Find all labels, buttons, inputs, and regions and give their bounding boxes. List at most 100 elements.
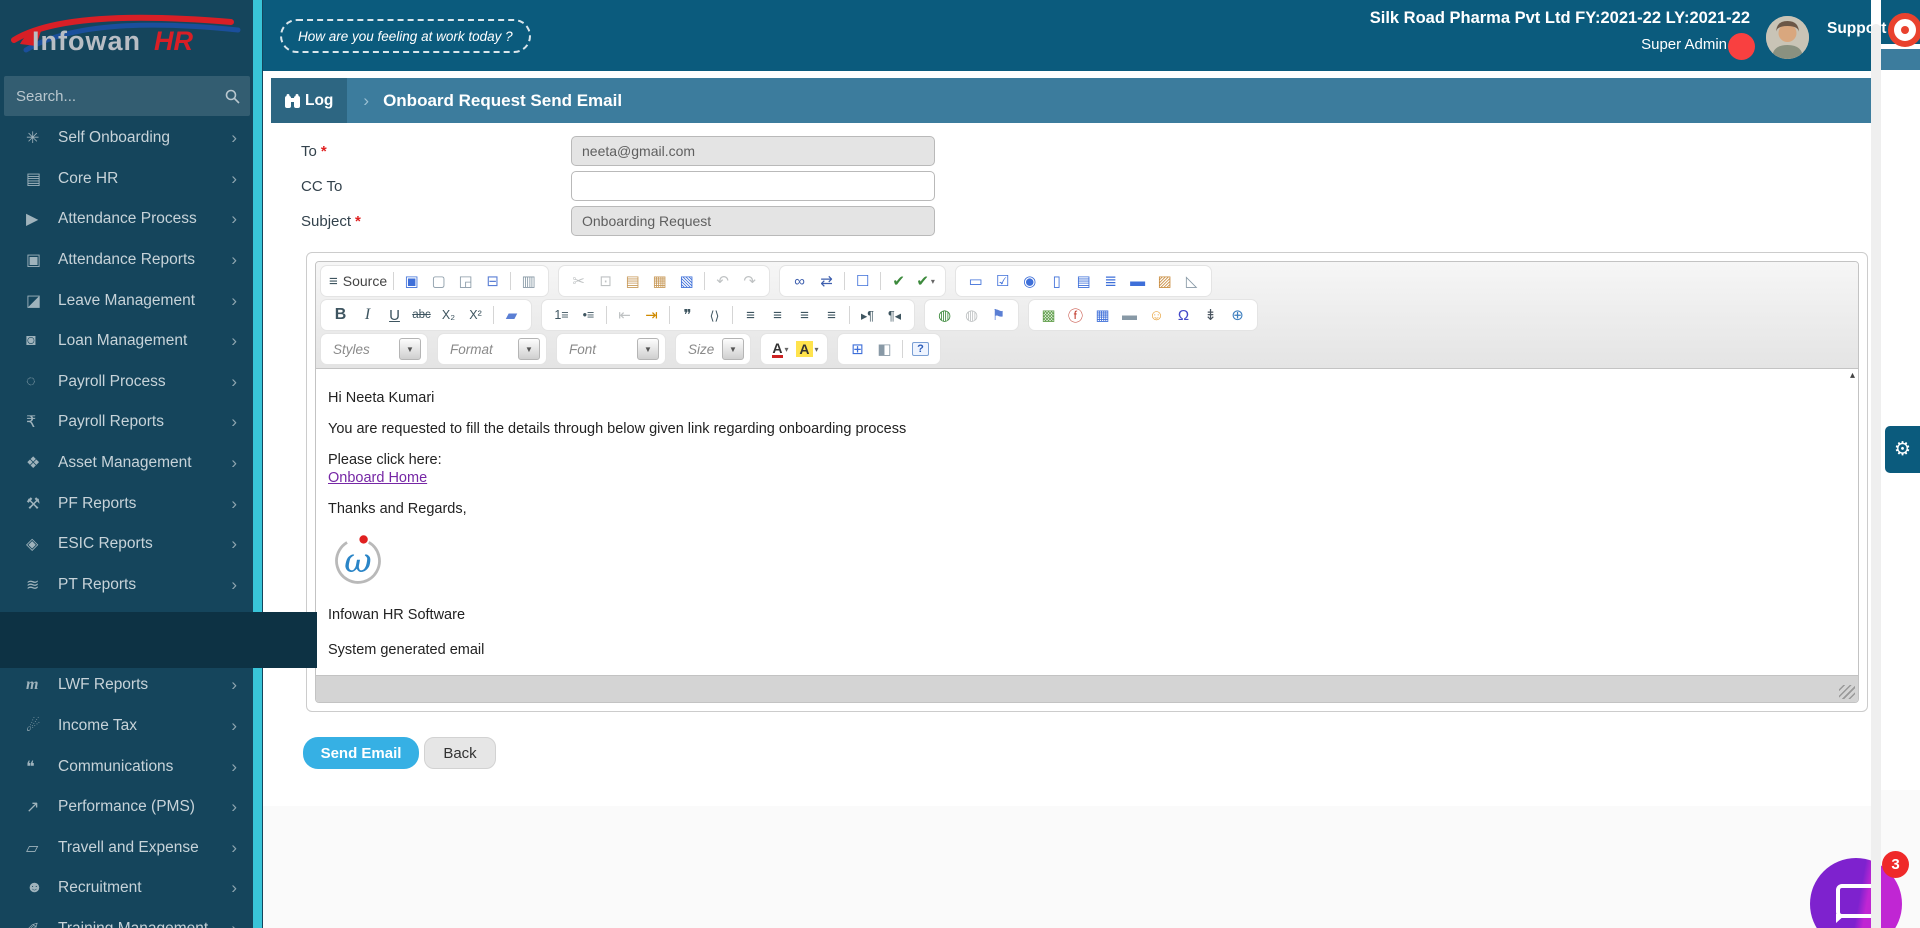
indent-icon[interactable]: ⇥ bbox=[638, 303, 665, 327]
sidebar-item-pt-reports[interactable]: ≋PT Reports› bbox=[0, 565, 253, 606]
sidebar-item-asset-management[interactable]: ❖Asset Management› bbox=[0, 443, 253, 484]
save-icon[interactable]: ▣ bbox=[398, 269, 425, 293]
select-all-icon[interactable]: ☐ bbox=[849, 269, 876, 293]
horizontal-rule-icon[interactable]: ▬ bbox=[1116, 303, 1143, 327]
blockquote-icon[interactable]: ❞ bbox=[674, 303, 701, 327]
strikethrough-button[interactable]: abc bbox=[408, 303, 435, 327]
support-target-icon[interactable] bbox=[1888, 13, 1920, 47]
sidebar-item-attendance-reports[interactable]: ▣Attendance Reports› bbox=[0, 240, 253, 281]
sidebar-item-recruitment[interactable]: ☻Recruitment› bbox=[0, 868, 253, 909]
bulleted-list-icon[interactable]: •≡ bbox=[575, 303, 602, 327]
search-input[interactable] bbox=[14, 87, 225, 106]
text-field-icon[interactable]: ▯ bbox=[1043, 269, 1070, 293]
align-right-icon[interactable]: ≡ bbox=[791, 303, 818, 327]
form-icon[interactable]: ▭ bbox=[962, 269, 989, 293]
templates-icon[interactable]: ▥ bbox=[515, 269, 542, 293]
avatar[interactable] bbox=[1766, 16, 1809, 59]
link-icon[interactable]: ◍ bbox=[931, 303, 958, 327]
styles-dropdown[interactable]: Styles▼ bbox=[327, 338, 421, 360]
spell-check-icon[interactable]: ✔ bbox=[885, 269, 912, 293]
send-email-button[interactable]: Send Email bbox=[303, 737, 419, 769]
hidden-field-icon[interactable]: ◺ bbox=[1178, 269, 1205, 293]
radio-icon[interactable]: ◉ bbox=[1016, 269, 1043, 293]
scroll-up-arrow-icon[interactable]: ▴ bbox=[1850, 370, 1855, 381]
settings-gear-button[interactable]: ⚙ bbox=[1885, 426, 1920, 473]
print-icon[interactable]: ⊟ bbox=[479, 269, 506, 293]
size-dropdown[interactable]: Size▼ bbox=[682, 338, 744, 360]
font-dropdown[interactable]: Font▼ bbox=[563, 338, 659, 360]
sidebar-item-income-tax[interactable]: ☄Income Tax› bbox=[0, 706, 253, 747]
sidebar-item-travell-and-expense[interactable]: ▱Travell and Expense› bbox=[0, 828, 253, 869]
redo-icon[interactable]: ↷ bbox=[736, 269, 763, 293]
outdent-icon[interactable]: ⇤ bbox=[611, 303, 638, 327]
sidebar-item-pf-reports[interactable]: ⚒PF Reports› bbox=[0, 483, 253, 524]
special-char-icon[interactable]: Ω bbox=[1170, 303, 1197, 327]
sidebar-item-lwf-reports[interactable]: mLWF Reports› bbox=[0, 665, 253, 706]
bold-button[interactable]: B bbox=[327, 303, 354, 327]
source-button[interactable]: ≡Source bbox=[327, 269, 389, 293]
superscript-button[interactable]: X² bbox=[462, 303, 489, 327]
underline-button[interactable]: U bbox=[381, 303, 408, 327]
search-icon[interactable] bbox=[225, 89, 240, 104]
find-icon[interactable]: ∞ bbox=[786, 269, 813, 293]
textarea-icon[interactable]: ▤ bbox=[1070, 269, 1097, 293]
subscript-button[interactable]: X₂ bbox=[435, 303, 462, 327]
justify-icon[interactable]: ≡ bbox=[818, 303, 845, 327]
maximize-icon[interactable]: ⊞ bbox=[844, 337, 871, 361]
breadcrumb-log[interactable]: Log bbox=[271, 78, 347, 123]
bidi-rtl-icon[interactable]: ¶◂ bbox=[881, 303, 908, 327]
undo-icon[interactable]: ↶ bbox=[709, 269, 736, 293]
image-icon[interactable]: ▩ bbox=[1035, 303, 1062, 327]
flash-icon[interactable]: ⓕ bbox=[1062, 303, 1089, 327]
text-color-icon[interactable]: A▾ bbox=[767, 337, 794, 361]
vertical-scrollbar[interactable] bbox=[1871, 24, 1881, 928]
paste-icon[interactable]: ▤ bbox=[619, 269, 646, 293]
sidebar-scrollbar[interactable] bbox=[253, 0, 262, 928]
sidebar-item-training-management[interactable]: ✐Training Management› bbox=[0, 909, 253, 928]
paste-text-icon[interactable]: ▦ bbox=[646, 269, 673, 293]
remove-format-icon[interactable]: ▰ bbox=[498, 303, 525, 327]
smiley-icon[interactable]: ☺ bbox=[1143, 303, 1170, 327]
show-blocks-icon[interactable]: ◧ bbox=[871, 337, 898, 361]
anchor-icon[interactable]: ⚑ bbox=[985, 303, 1012, 327]
sidebar-item-loan-management[interactable]: ◙Loan Management› bbox=[0, 321, 253, 362]
about-icon[interactable]: ? bbox=[907, 337, 934, 361]
mood-prompt-button[interactable]: How are you feeling at work today ? bbox=[280, 19, 531, 53]
sidebar-item-payroll-reports[interactable]: ₹Payroll Reports› bbox=[0, 402, 253, 443]
sidebar-item-communications[interactable]: ❝Communications› bbox=[0, 746, 253, 787]
cut-icon[interactable]: ✂ bbox=[565, 269, 592, 293]
bidi-ltr-icon[interactable]: ▸¶ bbox=[854, 303, 881, 327]
resize-handle[interactable] bbox=[1839, 685, 1855, 699]
numbered-list-icon[interactable]: 1≡ bbox=[548, 303, 575, 327]
sidebar-item-core-hr[interactable]: ▤Core HR› bbox=[0, 159, 253, 200]
background-color-icon[interactable]: A▾ bbox=[794, 337, 821, 361]
sidebar-item-payroll-process[interactable]: ◌Payroll Process› bbox=[0, 362, 253, 403]
iframe-icon[interactable]: ⊕ bbox=[1224, 303, 1251, 327]
align-left-icon[interactable]: ≡ bbox=[737, 303, 764, 327]
italic-button[interactable]: I bbox=[354, 303, 381, 327]
page-break-icon[interactable]: ⇟ bbox=[1197, 303, 1224, 327]
onboard-home-link[interactable]: Onboard Home bbox=[328, 470, 427, 486]
cc-field[interactable] bbox=[571, 171, 935, 201]
editor-body[interactable]: ▴ Hi Neeta Kumari You are requested to f… bbox=[316, 369, 1858, 675]
sidebar-item-esic-reports[interactable]: ◈ESIC Reports› bbox=[0, 524, 253, 565]
replace-icon[interactable]: ⇄ bbox=[813, 269, 840, 293]
infowan-hr-logo[interactable]: Infowan HR bbox=[6, 6, 246, 64]
image-button-icon[interactable]: ▨ bbox=[1151, 269, 1178, 293]
user-role-menu[interactable]: Super Admin bbox=[1641, 36, 1727, 53]
div-container-icon[interactable]: ⟨⟩ bbox=[701, 303, 728, 327]
format-dropdown[interactable]: Format▼ bbox=[444, 338, 540, 360]
sidebar-item-self-onboarding[interactable]: ✳Self Onboarding› bbox=[0, 118, 253, 159]
copy-icon[interactable]: ⊡ bbox=[592, 269, 619, 293]
unlink-icon[interactable]: ◍ bbox=[958, 303, 985, 327]
paste-word-icon[interactable]: ▧ bbox=[673, 269, 700, 293]
new-page-icon[interactable]: ▢ bbox=[425, 269, 452, 293]
sidebar-item-leave-management[interactable]: ◪Leave Management› bbox=[0, 280, 253, 321]
button-icon[interactable]: ▬ bbox=[1124, 269, 1151, 293]
table-icon[interactable]: ▦ bbox=[1089, 303, 1116, 327]
select-field-icon[interactable]: ≣ bbox=[1097, 269, 1124, 293]
scayt-icon[interactable]: ✔▾ bbox=[912, 269, 939, 293]
back-button[interactable]: Back bbox=[424, 737, 496, 769]
preview-icon[interactable]: ◲ bbox=[452, 269, 479, 293]
sidebar-item-attendance-process[interactable]: ▶Attendance Process› bbox=[0, 199, 253, 240]
